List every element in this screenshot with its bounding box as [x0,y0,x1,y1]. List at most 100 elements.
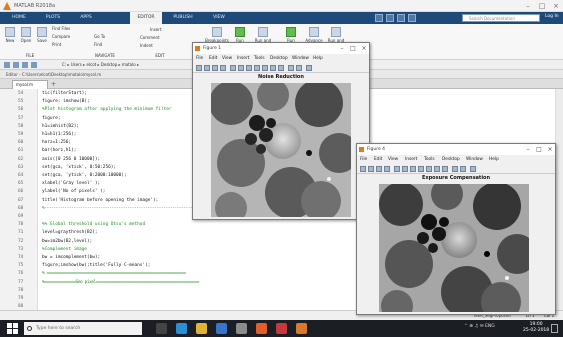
find-button[interactable]: Find [94,42,118,47]
find-files-button[interactable]: Find Files [52,26,86,31]
code-line[interactable]: level=graythresh(B2); [42,230,98,235]
editor-scrollbar[interactable] [555,89,563,321]
menu-file[interactable]: File [196,54,203,63]
menu-window[interactable]: Window [466,155,483,164]
menu-view[interactable]: View [222,54,232,63]
code-line[interactable]: ylabel('No of pixels' ); [42,189,105,194]
figure-4-title-bar[interactable]: Figure 4 – □ × [357,144,555,155]
code-line[interactable]: figure;imshow(bw);title('Fully C-means')… [42,263,150,268]
open-file-icon[interactable] [204,65,210,71]
search-documentation-input[interactable]: Search Documentation [462,14,540,22]
menu-help[interactable]: Help [313,54,323,63]
hide-plot-tools-icon[interactable] [470,166,476,172]
forward-icon[interactable] [13,62,19,68]
new-figure-icon[interactable] [196,65,202,71]
code-line[interactable]: %Complement image [42,247,87,252]
brush-icon[interactable] [278,65,284,71]
zoom-in-icon[interactable] [402,166,408,172]
comment-button[interactable]: Comment [140,35,168,40]
pan-icon[interactable] [418,166,424,172]
code-line[interactable]: xlabel('Gray level' ); [42,181,100,186]
figure-minimize-icon[interactable]: – [523,144,533,155]
tab-home[interactable]: HOME [4,12,34,24]
task-view-icon[interactable] [156,323,167,334]
data-cursor-icon[interactable] [434,166,440,172]
menu-edit[interactable]: Edit [374,155,382,164]
file-tab-mysol[interactable]: mysol.m [12,80,48,89]
code-line[interactable]: h1=imhist(B2); [42,124,79,129]
matlab-taskbar-icon[interactable] [256,323,267,334]
insert-button[interactable]: Insert [150,27,174,32]
figure-4-window[interactable]: Figure 4 – □ × File Edit View Insert Too… [356,143,556,315]
figure-maximize-icon[interactable]: □ [348,43,358,54]
minimize-icon[interactable]: – [521,1,535,11]
code-line[interactable]: %% Global threshold using Otsu's method [42,222,145,227]
figure-close-icon[interactable]: × [545,144,555,155]
brush-icon[interactable] [442,166,448,172]
figure-close-icon[interactable]: × [359,43,369,54]
close-icon[interactable]: × [549,1,563,11]
app-icon-orange[interactable] [296,323,307,334]
go-to-button[interactable]: Go To [94,34,118,39]
menu-tools[interactable]: Tools [254,54,265,63]
menu-file[interactable]: File [360,155,367,164]
figure-1-window[interactable]: Figure 1 – □ × File Edit View Insert Too… [192,42,370,220]
notifications-icon[interactable] [551,324,558,333]
code-line[interactable]: h1=h1(1:256); [42,132,76,137]
code-line[interactable]: set(gca, 'xtick', 0:50:256); [42,165,116,170]
code-line[interactable]: set(gca, 'ytick', 0:2000:10000); [42,173,127,178]
taskbar-clock[interactable]: 19:00 25-02-2018 [523,322,549,334]
figure-1-title-bar[interactable]: Figure 1 – □ × [193,43,369,54]
tab-publish[interactable]: PUBLISH [166,12,200,24]
menu-window[interactable]: Window [292,54,309,63]
print-icon[interactable] [384,166,390,172]
code-line[interactable]: %==============Geo pixel================… [42,280,199,285]
tab-view[interactable]: VIEW [206,12,232,24]
legend-icon[interactable] [460,166,466,172]
tab-editor[interactable]: EDITOR [130,12,162,24]
rotate-icon[interactable] [426,166,432,172]
up-folder-icon[interactable] [22,62,28,68]
app-icon[interactable] [236,323,247,334]
maximize-icon[interactable]: □ [535,1,549,11]
pointer-icon[interactable] [230,65,236,71]
taskbar-search-input[interactable]: Type here to search [24,322,142,335]
new-figure-icon[interactable] [360,166,366,172]
tab-plots[interactable]: PLOTS [38,12,68,24]
help-icon[interactable] [408,14,416,22]
windows-start-icon[interactable] [7,323,18,334]
code-line[interactable]: %---------------------------------------… [42,206,195,211]
app-icon-red[interactable] [276,323,287,334]
compare-button[interactable]: Compare [52,34,86,39]
browse-folder-icon[interactable] [31,62,37,68]
file-explorer-icon[interactable] [196,323,207,334]
figure-minimize-icon[interactable]: – [337,43,347,54]
system-tray[interactable]: ⌃ ⊕ ♫ ✉ ENG [464,324,495,329]
redo-icon[interactable] [397,14,405,22]
store-icon[interactable] [216,323,227,334]
back-icon[interactable] [4,62,10,68]
new-tab-icon[interactable]: + [51,81,56,88]
save-figure-icon[interactable] [212,65,218,71]
menu-insert[interactable]: Insert [237,54,249,63]
undo-icon[interactable] [386,14,394,22]
code-line[interactable]: bar(horz,h1); [42,148,76,153]
menu-tools[interactable]: Tools [424,155,435,164]
colorbar-icon[interactable] [288,65,294,71]
edge-browser-icon[interactable] [176,323,187,334]
code-line[interactable]: horz=1:256; [42,140,71,145]
tab-apps[interactable]: APPS [72,12,100,24]
figure-maximize-icon[interactable]: □ [534,144,544,155]
breakpoints-button[interactable]: Breakpoints [204,27,230,43]
code-line[interactable]: title('Histogram before opening the imag… [42,198,158,203]
login-link[interactable]: Log In [545,14,559,19]
legend-icon[interactable] [296,65,302,71]
print-button[interactable]: Print [52,42,86,47]
save-button[interactable]: Save [35,27,49,43]
pan-icon[interactable] [254,65,260,71]
code-line[interactable]: tic(filterStart); [42,91,87,96]
code-line[interactable]: bw = imcomplement(bw); [42,255,100,260]
code-line[interactable]: bw=im2bw(B2,level); [42,239,92,244]
advance-button[interactable]: Advance [305,27,323,43]
current-folder-path[interactable]: C: ▸ Users ▸ elcot ▸ Desktop ▸ matalo ▸ [62,60,139,70]
